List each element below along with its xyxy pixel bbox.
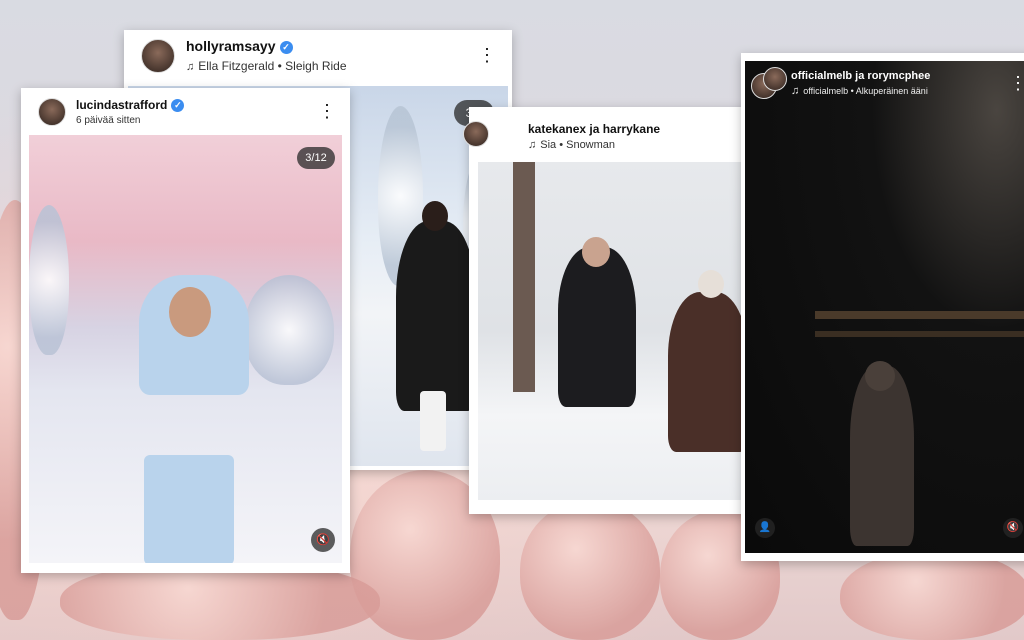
post-card-lucindastrafford: lucindastrafford ✓ 6 päivää sitten ⋮ 3/12… — [21, 88, 350, 573]
person-head — [865, 361, 895, 391]
muted-speaker-icon[interactable]: 🔇 — [311, 528, 335, 552]
audio-info[interactable]: ♫ Sia • Snowman — [528, 139, 615, 151]
post-media[interactable] — [745, 61, 1024, 553]
post-media[interactable] — [29, 135, 342, 563]
username[interactable]: hollyramsayy ✓ — [186, 38, 293, 54]
person-figure — [850, 366, 914, 546]
avatar[interactable] — [38, 98, 66, 126]
username[interactable]: officialmelb ja rorymcphee — [791, 70, 930, 82]
audio-info[interactable]: ♫ officialmelb • Alkuperäinen ääni — [791, 85, 928, 97]
tree-trunk — [513, 162, 535, 392]
avatar[interactable] — [463, 121, 489, 147]
background-tree — [520, 500, 660, 640]
avatar[interactable] — [763, 67, 787, 91]
person-figure — [558, 247, 636, 407]
trousers — [144, 455, 234, 563]
more-vertical-icon[interactable]: ⋮ — [478, 45, 496, 65]
audio-info[interactable]: ♫ Ella Fitzgerald • Sleigh Ride — [186, 59, 347, 73]
more-vertical-icon[interactable]: ⋮ — [318, 101, 336, 121]
user-tag-icon[interactable]: 👤 — [755, 518, 775, 538]
person-figure — [396, 221, 476, 411]
music-note-icon: ♫ — [528, 139, 537, 151]
person-head — [169, 287, 211, 337]
muted-speaker-icon[interactable]: 🔇 — [1003, 518, 1023, 538]
post-timestamp: 6 päivää sitten — [76, 115, 141, 126]
username[interactable]: katekanex ja harrykane — [528, 122, 660, 136]
deck-railing — [815, 331, 1024, 337]
username[interactable]: lucindastrafford ✓ — [76, 98, 185, 112]
person-head — [698, 270, 724, 298]
deck-railing — [815, 311, 1024, 319]
snow-boots — [420, 391, 446, 451]
post-card-officialmelb: officialmelb ja rorymcphee ♫ officialmelb… — [741, 53, 1024, 561]
more-vertical-icon[interactable]: ⋮ — [1009, 73, 1024, 93]
snow-tree — [244, 275, 334, 385]
person-head — [582, 237, 610, 267]
person-head — [422, 201, 448, 231]
snow-tree — [29, 205, 69, 355]
avatar[interactable] — [141, 39, 175, 73]
background-tree — [840, 550, 1024, 640]
verified-badge-icon: ✓ — [171, 99, 185, 112]
music-note-icon: ♫ — [186, 61, 195, 73]
music-note-icon: ♫ — [791, 85, 800, 97]
slide-counter: 3/12 — [297, 147, 335, 169]
verified-badge-icon: ✓ — [279, 41, 293, 54]
person-figure — [668, 292, 748, 452]
